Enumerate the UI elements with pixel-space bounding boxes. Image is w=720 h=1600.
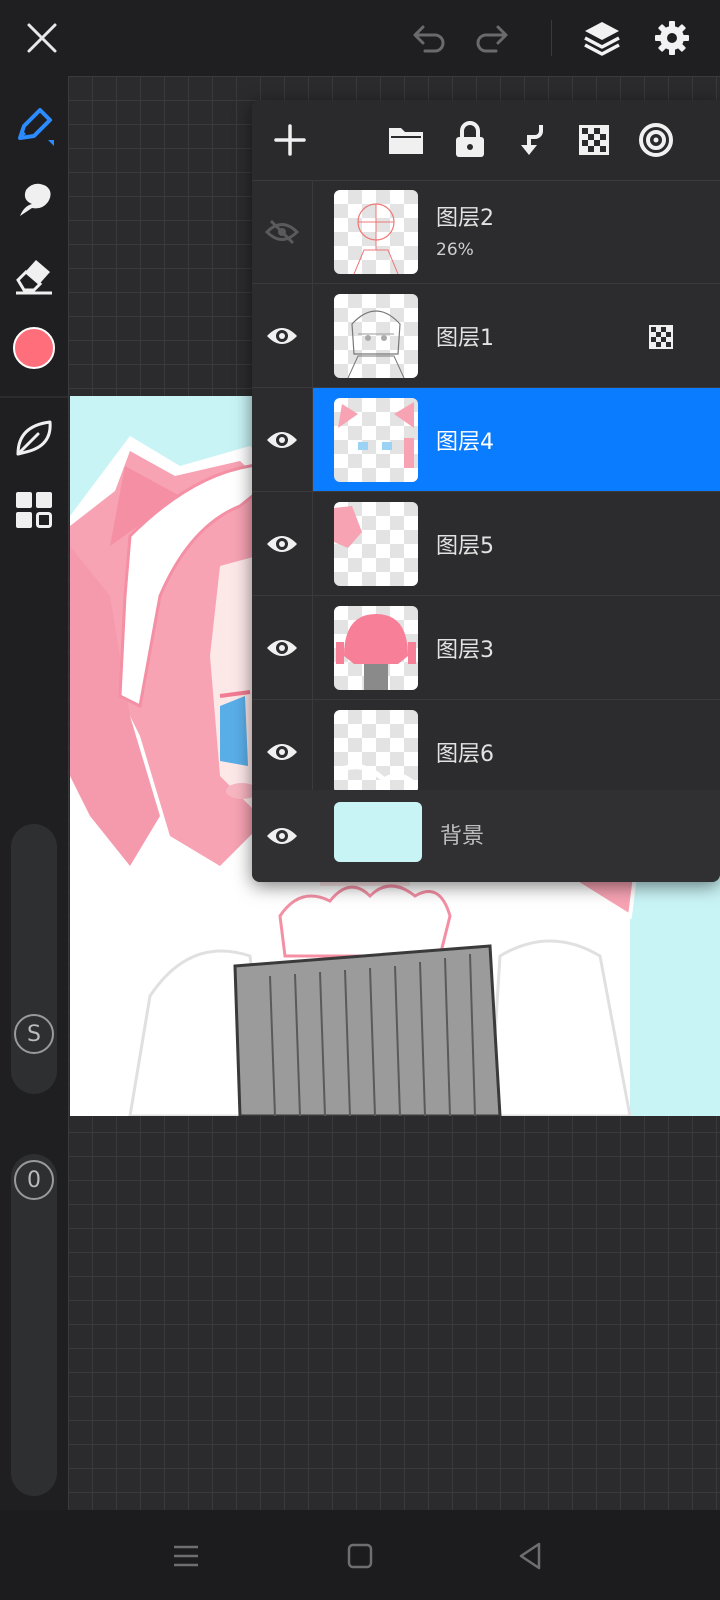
eye-icon xyxy=(267,535,297,552)
merge-down-icon[interactable] xyxy=(508,116,556,164)
home-icon[interactable] xyxy=(338,1534,382,1578)
layer-toolbar xyxy=(252,100,720,181)
gear-icon[interactable] xyxy=(648,14,696,62)
layer-thumbnail xyxy=(334,606,418,690)
layer-thumbnail xyxy=(334,190,418,274)
eye-icon xyxy=(267,639,297,656)
layer-name: 图层6 xyxy=(436,742,494,767)
clipping-checker-icon xyxy=(648,324,674,354)
eye-icon xyxy=(267,431,297,448)
tool-divider xyxy=(0,396,68,398)
eye-hidden-icon xyxy=(265,219,299,244)
size-slider-label: S xyxy=(27,1021,41,1047)
toolbar-divider xyxy=(551,20,552,56)
visibility-toggle[interactable] xyxy=(252,180,313,283)
layer-name: 图层4 xyxy=(436,430,494,455)
checker-icon[interactable] xyxy=(570,116,618,164)
grid-icon[interactable] xyxy=(10,486,58,534)
layer-name: 图层3 xyxy=(436,638,494,663)
target-icon[interactable] xyxy=(632,116,680,164)
layer-row[interactable]: 图层3 xyxy=(252,596,720,700)
eye-icon xyxy=(267,828,297,844)
close-icon[interactable] xyxy=(18,14,66,62)
system-nav-bar xyxy=(0,1510,720,1600)
layer-row[interactable]: 图层1 xyxy=(252,284,720,388)
pen-icon[interactable] xyxy=(10,102,58,150)
layers-icon[interactable] xyxy=(578,14,626,62)
folder-icon[interactable] xyxy=(382,116,430,164)
visibility-toggle[interactable] xyxy=(252,284,313,387)
background-layer-name: 背景 xyxy=(440,824,485,849)
layer-thumbnail xyxy=(334,294,418,378)
smudge-icon[interactable] xyxy=(10,176,58,224)
back-icon[interactable] xyxy=(508,1534,552,1578)
layer-thumbnail xyxy=(334,502,418,586)
visibility-toggle[interactable] xyxy=(252,596,313,699)
layer-row[interactable]: 图层5 xyxy=(252,492,720,596)
layer-row-selected[interactable]: 图层4 xyxy=(252,388,720,492)
layer-name: 图层5 xyxy=(436,534,494,559)
left-toolbar: S 0 xyxy=(0,76,68,1510)
size-slider-knob[interactable]: S xyxy=(14,1014,54,1054)
background-layer-row[interactable]: 背景 xyxy=(252,790,720,882)
leaf-icon[interactable] xyxy=(10,414,58,462)
menu-icon[interactable] xyxy=(164,1534,208,1578)
undo-icon[interactable] xyxy=(405,14,453,62)
layer-name: 图层1 xyxy=(436,326,494,351)
opacity-slider-label: 0 xyxy=(27,1167,41,1193)
opacity-slider[interactable]: 0 xyxy=(11,1154,57,1496)
visibility-toggle[interactable] xyxy=(252,492,313,595)
eye-icon xyxy=(267,327,297,344)
layers-panel: 图层2 26% 图层1 图层4 图层5 图层3 图层6 背景 xyxy=(252,100,720,882)
brush-size-slider[interactable]: S xyxy=(11,824,57,1094)
layer-opacity: 26% xyxy=(436,240,474,260)
color-swatch[interactable] xyxy=(10,324,58,372)
layer-row[interactable]: 图层6 xyxy=(252,700,720,804)
visibility-toggle[interactable] xyxy=(252,388,313,491)
layer-thumbnail xyxy=(334,710,418,794)
top-bar xyxy=(0,0,720,76)
eye-icon xyxy=(267,743,297,760)
background-color-swatch[interactable] xyxy=(334,802,422,862)
layer-row[interactable]: 图层2 26% xyxy=(252,180,720,284)
lock-icon[interactable] xyxy=(446,116,494,164)
eraser-icon[interactable] xyxy=(10,250,58,298)
opacity-slider-knob[interactable]: 0 xyxy=(14,1160,54,1200)
redo-icon[interactable] xyxy=(468,14,516,62)
visibility-toggle[interactable] xyxy=(252,790,312,882)
layer-name: 图层2 xyxy=(436,206,494,231)
add-icon[interactable] xyxy=(266,116,314,164)
visibility-toggle[interactable] xyxy=(252,700,313,803)
layer-thumbnail xyxy=(334,398,418,482)
